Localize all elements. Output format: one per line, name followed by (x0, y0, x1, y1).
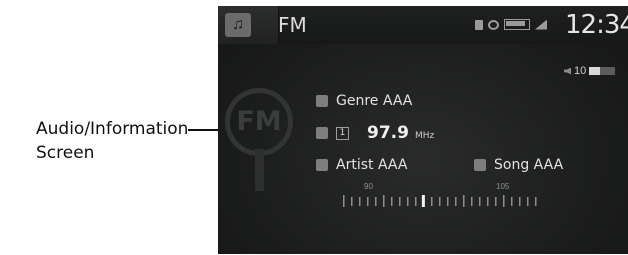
tuner-tick (503, 195, 505, 207)
callout-line1: Audio/Information (36, 119, 189, 139)
fm-logo: FM (225, 88, 293, 191)
tuner-tick (343, 195, 345, 207)
tuner-tick (527, 197, 529, 206)
genre-icon (316, 95, 328, 107)
audio-information-screen: ♫ FM 12:34 10 FM Genre AAA 1 97.9 MHz Ar… (218, 6, 628, 254)
callout-line2: Screen (36, 143, 95, 163)
artist-text: Artist AAA (336, 157, 408, 173)
music-tab[interactable]: ♫ (218, 6, 279, 44)
tuner-tick (431, 197, 433, 206)
tuner-tick (407, 197, 409, 206)
battery-icon (504, 19, 530, 30)
tuner-tick (455, 197, 457, 206)
tuner-scale[interactable] (341, 195, 537, 207)
tuner-tick (535, 197, 537, 206)
status-icons (475, 19, 547, 30)
tuner-tick (495, 197, 497, 206)
tuner-tick (383, 195, 385, 207)
band-icon (316, 127, 328, 139)
top-bar: ♫ FM 12:34 (218, 6, 628, 44)
artist-icon (316, 159, 328, 171)
song-text: Song AAA (494, 157, 564, 173)
music-note-icon: ♫ (225, 13, 251, 37)
frequency-row: 1 97.9 MHz (316, 123, 434, 143)
frequency: 97.9 (367, 123, 409, 143)
tuner-tick (519, 197, 521, 206)
speaker-icon (564, 67, 571, 75)
volume-bar-fill (589, 67, 600, 75)
tuner-label-left: 90 (364, 182, 373, 191)
clock: 12:34 (565, 10, 628, 40)
tuner-tick (471, 197, 473, 206)
tuner-tick (351, 197, 353, 206)
tuner-tick (367, 197, 369, 206)
volume-value: 10 (574, 65, 587, 77)
frequency-unit: MHz (414, 130, 435, 141)
callout-label: Audio/Information Screen (36, 117, 196, 165)
tuner-current-marker (421, 195, 425, 207)
tuner-tick (439, 197, 441, 206)
tuner-tick (399, 197, 401, 206)
tuner-tick (511, 197, 513, 206)
tuner-label-right: 105 (496, 182, 510, 191)
tuner-tick (479, 197, 481, 206)
tuner-tick (391, 197, 393, 206)
tuner-tick (487, 197, 489, 206)
song-row: Song AAA (474, 157, 563, 173)
song-icon (474, 159, 486, 171)
tuner-tick (463, 195, 465, 207)
tuner-tick (359, 197, 361, 206)
volume-bar (589, 67, 616, 75)
genre-text: Genre AAA (336, 93, 413, 109)
genre-row: Genre AAA (316, 93, 412, 109)
artist-row: Artist AAA (316, 157, 407, 173)
phone-icon (488, 19, 499, 30)
bluetooth-icon (475, 19, 483, 30)
volume-indicator: 10 (564, 65, 616, 77)
tuner-tick (415, 197, 417, 206)
preset-number: 1 (336, 126, 349, 140)
tuner-tick (447, 197, 449, 206)
tuner-tick (375, 197, 377, 206)
signal-icon (535, 19, 547, 30)
source-label: FM (278, 13, 307, 37)
